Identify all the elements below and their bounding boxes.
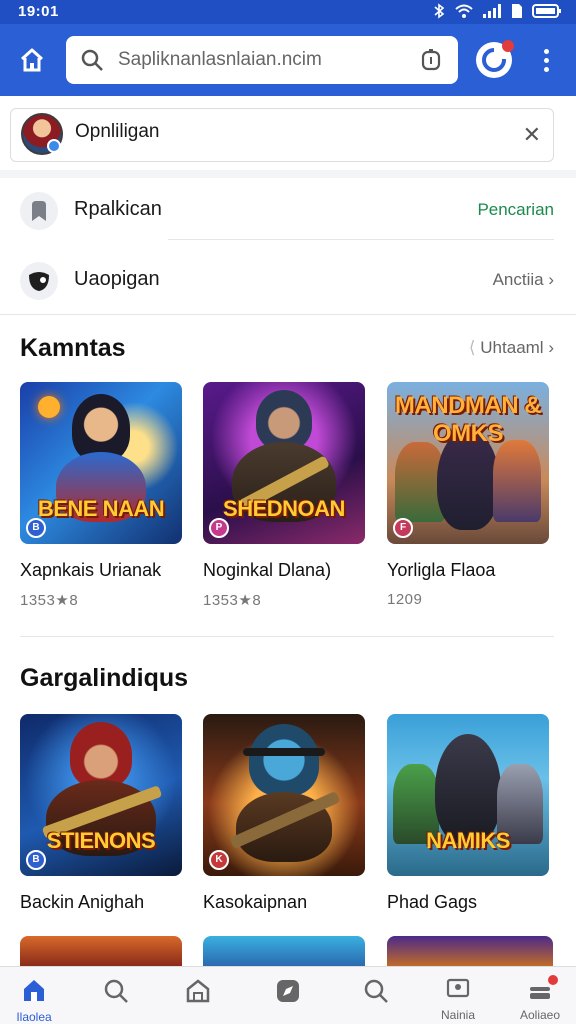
game-rating: 1209	[387, 591, 423, 608]
game-thumbnail: K	[203, 714, 365, 876]
status-icons	[432, 3, 562, 19]
wifi-icon	[455, 4, 473, 18]
home-button[interactable]	[14, 42, 50, 78]
close-icon[interactable]: ✕	[523, 122, 541, 148]
game-tile[interactable]: NAMIKS Phad Gags	[387, 714, 549, 913]
home-icon	[20, 48, 44, 72]
nav-search-2[interactable]	[346, 977, 406, 1010]
divider	[0, 170, 576, 178]
url-text: Sapliknanlasnlaian.ncim	[118, 49, 322, 70]
signal-icon	[483, 4, 501, 18]
mask-icon	[20, 262, 58, 300]
game-name: Xapnkais Urianak	[20, 560, 162, 580]
game-thumbnail: STIENONS B	[20, 714, 182, 876]
shield-icon[interactable]	[420, 48, 442, 72]
sim-icon	[512, 4, 522, 18]
game-name: Kasokaipnan	[203, 892, 308, 912]
section-more-link[interactable]: ⟨ Uhtaaml ›	[469, 338, 554, 358]
row-label: Rpalkican	[74, 198, 162, 220]
more-vert-icon	[543, 48, 549, 54]
row-action-search[interactable]: Pencarian	[477, 200, 554, 220]
extension-button[interactable]	[476, 40, 514, 78]
game-thumbnail: NAMIKS	[387, 714, 549, 876]
chevron-right-icon: ›	[548, 338, 554, 357]
platform-badge: P	[209, 518, 229, 538]
home-icon	[24, 980, 44, 1001]
game-tile[interactable]: BENE NAAN B Xapnkais Urianak 1353★8	[20, 382, 182, 609]
game-tile[interactable]: K Kasokaipnan	[203, 714, 365, 913]
menu-row-uaopigan[interactable]: Uaopigan Anctiia ›	[0, 248, 576, 314]
chevron-right-icon: ›	[548, 270, 554, 289]
platform-badge: F	[393, 518, 413, 538]
game-name: Backin Anighah	[20, 892, 145, 912]
game-name: Yorligla Flaoa	[387, 560, 496, 580]
nav-label: Nainia	[440, 1008, 476, 1022]
game-rating: 1353★8	[20, 592, 79, 609]
row-label: Uaopigan	[74, 268, 160, 290]
nav-store[interactable]	[168, 977, 228, 1010]
divider	[0, 314, 576, 315]
search-icon	[81, 49, 103, 71]
nav-discover[interactable]	[258, 977, 318, 1010]
game-art-title: STIENONS	[46, 828, 156, 853]
compass-icon	[277, 980, 299, 1002]
game-rating: 1353★8	[203, 592, 262, 609]
bluetooth-icon	[434, 3, 445, 19]
game-thumbnail: MANDMAN & OMKS F	[387, 382, 549, 544]
nav-account[interactable]: Aoliaeo	[510, 975, 570, 1022]
platform-badge: B	[26, 850, 46, 870]
nav-home[interactable]: Ilaolea	[4, 977, 64, 1024]
nav-search[interactable]	[86, 977, 146, 1010]
url-bar[interactable]: Sapliknanlasnlaian.ncim	[66, 36, 458, 84]
game-thumbnail[interactable]	[20, 936, 182, 966]
game-thumbnail[interactable]	[387, 936, 553, 966]
game-name: Noginkal Dlana)	[203, 560, 332, 580]
divider	[20, 636, 554, 637]
avatar-badge	[47, 139, 61, 153]
bookmark-icon	[20, 192, 58, 230]
store-icon	[186, 979, 210, 1003]
search-icon	[104, 979, 128, 1003]
game-thumbnail: BENE NAAN B	[20, 382, 182, 544]
section-title: Kamntas	[20, 334, 126, 362]
game-tile[interactable]: MANDMAN & OMKS F Yorligla Flaoa 1209	[387, 382, 549, 608]
nav-library[interactable]: Nainia	[428, 977, 488, 1022]
nav-label: Ilaolea	[16, 1010, 52, 1024]
status-time: 19:01	[18, 3, 59, 20]
account-name: Opnliligan	[75, 121, 160, 142]
status-bar: 19:01	[0, 0, 576, 24]
divider	[168, 239, 554, 240]
game-tile[interactable]: SHEDNOAN P Noginkal Dlana) 1353★8	[203, 382, 365, 609]
library-icon	[446, 978, 470, 998]
row-action-more[interactable]: Anctiia ›	[493, 270, 554, 290]
notification-dot	[502, 40, 514, 52]
game-thumbnail[interactable]	[203, 936, 365, 966]
notification-dot	[548, 975, 558, 985]
game-art-title: MANDMAN & OMKS	[394, 392, 542, 447]
account-card[interactable]: Opnliligan ✕	[10, 108, 554, 162]
game-thumbnail: SHEDNOAN P	[203, 382, 365, 544]
section-title: Gargalindiqus	[20, 664, 189, 692]
game-tile[interactable]: STIENONS B Backin Anighah	[20, 714, 182, 913]
game-name: Phad Gags	[387, 892, 478, 912]
bottom-nav: Ilaolea Nainia Aoliaeo	[0, 966, 576, 1024]
more-menu-button[interactable]	[534, 42, 558, 78]
game-art-title: BENE NAAN	[37, 496, 165, 521]
browser-toolbar: Sapliknanlasnlaian.ncim	[0, 24, 576, 96]
menu-row-rpalkican[interactable]: Rpalkican Pencarian	[0, 178, 576, 244]
game-art-title: NAMIKS	[426, 828, 510, 853]
game-art-title: SHEDNOAN	[223, 496, 345, 521]
search-icon	[364, 979, 388, 1003]
chevron-left-icon: ⟨	[468, 338, 476, 357]
platform-badge: K	[209, 850, 229, 870]
platform-badge: B	[26, 518, 46, 538]
battery-icon	[532, 4, 561, 18]
nav-label: Aoliaeo	[519, 1008, 561, 1022]
